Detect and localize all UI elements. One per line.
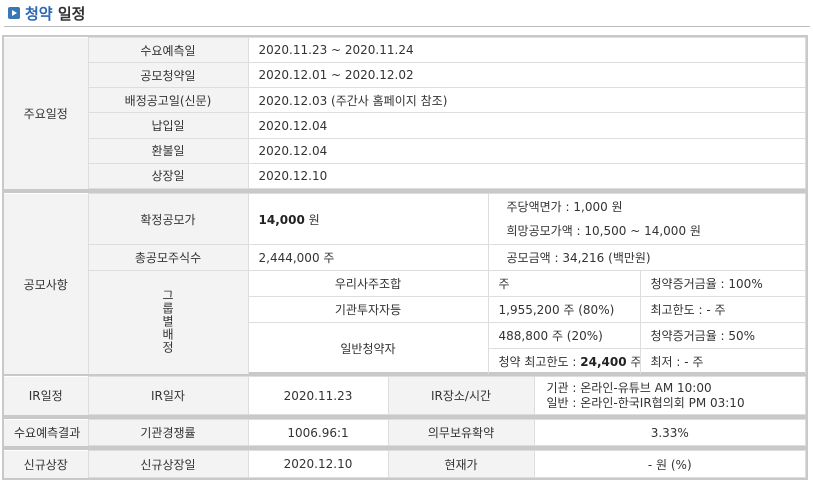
shares-value: 2,444,000 주 <box>247 244 489 271</box>
section-header: 청약 일정 <box>8 2 85 24</box>
arrow-bullet-icon <box>8 7 20 19</box>
schedule-row-value: 2020.12.04 <box>247 112 806 139</box>
schedule-section-label: 주요일정 <box>4 37 89 189</box>
table-row: 신규상장 신규상장일 2020.12.10 현재가 - 원 (%) <box>4 450 806 478</box>
lockup-value: 3.33% <box>533 419 806 446</box>
hope-price-range: 희망공모가액 : 10,500 ~ 14,000 원 <box>506 224 701 238</box>
ir-place-label: IR장소/시간 <box>387 376 535 415</box>
general-max-limit: 청약 최고한도 : 24,400 주 <box>487 348 641 375</box>
group-extra: 청약증거금율 : 50% <box>639 322 806 349</box>
schedule-row-label: 배정공고일(신문) <box>87 87 249 114</box>
page-title: 청약 일정 <box>25 3 85 24</box>
ir-date-value: 2020.11.23 <box>247 376 389 415</box>
table-row: 수요예측결과 기관경쟁률 1006.96:1 의무보유확약 3.33% <box>4 419 806 446</box>
listing-section-label: 신규상장 <box>4 450 89 478</box>
group-label: 일반청약자 <box>247 322 489 375</box>
table-row: 총공모주식수 2,444,000 주 공모금액 : 34,216 (백만원) <box>4 244 806 271</box>
schedule-row-label: 수요예측일 <box>87 36 249 64</box>
header-divider <box>4 26 810 27</box>
group-extra: 최고한도 : - 주 <box>639 296 806 323</box>
table-row: 배정공고일(신문) 2020.12.03 (주간사 홈페이지 참조) <box>4 87 806 114</box>
schedule-row-value: 2020.12.10 <box>247 162 806 190</box>
offering-section-label: 공모사항 <box>4 193 89 375</box>
price-value: 14,000 <box>258 212 305 227</box>
competition-label: 기관경쟁률 <box>87 419 249 446</box>
table-row: 납입일 2020.12.04 <box>4 112 806 139</box>
table-row: 환불일 2020.12.04 <box>4 137 806 164</box>
price-details: 주당액면가 : 1,000 원 희망공모가액 : 10,500 ~ 14,000… <box>487 193 806 245</box>
demand-section-label: 수요예측결과 <box>4 419 89 446</box>
table-row: IR일정 IR일자 2020.11.23 IR장소/시간 기관 : 온라인-유튜… <box>4 376 806 415</box>
schedule-row-value: 2020.11.23 ~ 2020.11.24 <box>247 36 806 64</box>
group-extra: 청약증거금율 : 100% <box>639 270 806 297</box>
ir-place-value: 기관 : 온라인-유튜브 AM 10:00 일반 : 온라인-한국IR협의회 P… <box>533 376 806 415</box>
group-shares: 1,955,200 주 (80%) <box>487 296 641 323</box>
group-shares: 488,800 주 (20%) <box>487 322 641 349</box>
group-label: 우리사주조합 <box>247 270 489 297</box>
ir-place-line: 일반 : 온라인-한국IR협의회 PM 03:10 <box>546 395 745 410</box>
ir-place-line: 기관 : 온라인-유튜브 AM 10:00 <box>546 380 712 395</box>
table-row: 상장일 2020.12.10 <box>4 162 806 190</box>
schedule-row-value: 2020.12.01 ~ 2020.12.02 <box>247 62 806 89</box>
page-title-accent: 청약 <box>25 4 53 23</box>
schedule-row-label: 환불일 <box>87 137 249 164</box>
schedule-row-label: 상장일 <box>87 162 249 190</box>
ir-section-label: IR일정 <box>4 376 89 415</box>
price-cell: 14,000 원 <box>247 193 489 245</box>
page-title-rest: 일정 <box>52 4 86 23</box>
listing-date-value: 2020.12.10 <box>247 450 389 478</box>
schedule-panel: 주요일정 수요예측일 2020.11.23 ~ 2020.11.24 공모청약일… <box>2 35 808 191</box>
offering-panel: 공모사항 확정공모가 14,000 원 주당액면가 : 1,000 원 희망공모… <box>2 191 808 375</box>
ir-panel: IR일정 IR일자 2020.11.23 IR장소/시간 기관 : 온라인-유튜… <box>2 374 808 417</box>
max-limit-prefix: 청약 최고한도 : <box>498 355 577 369</box>
table-row: 공모사항 확정공모가 14,000 원 주당액면가 : 1,000 원 희망공모… <box>4 193 806 375</box>
demand-panel: 수요예측결과 기관경쟁률 1006.96:1 의무보유확약 3.33% <box>2 417 808 448</box>
max-limit-unit: 주 <box>626 355 640 369</box>
schedule-row-label: 납입일 <box>87 112 249 139</box>
lockup-label: 의무보유확약 <box>387 419 535 446</box>
price-unit: 원 <box>304 212 320 227</box>
listing-date-label: 신규상장일 <box>87 450 249 478</box>
group-label: 기관투자자등 <box>247 296 489 323</box>
amount-value: 공모금액 : 34,216 (백만원) <box>487 244 806 271</box>
group-allocation-label: 그룹별배정 <box>87 270 249 375</box>
group-shares: 주 <box>487 270 641 297</box>
table-row: 그룹별배정 우리사주조합 주 청약증거금율 : 100% <box>4 270 806 375</box>
price-label: 확정공모가 <box>87 193 249 245</box>
schedule-row-value: 2020.12.04 <box>247 137 806 164</box>
schedule-row-value: 2020.12.03 (주간사 홈페이지 참조) <box>247 87 806 114</box>
current-price-value: - 원 (%) <box>533 450 806 478</box>
listing-panel: 신규상장 신규상장일 2020.12.10 현재가 - 원 (%) <box>2 448 808 480</box>
schedule-row-label: 공모청약일 <box>87 62 249 89</box>
current-price-label: 현재가 <box>387 450 535 478</box>
table-row: 공모청약일 2020.12.01 ~ 2020.12.02 <box>4 62 806 89</box>
ir-date-label: IR일자 <box>87 376 249 415</box>
par-value: 주당액면가 : 1,000 원 <box>506 200 623 214</box>
shares-label: 총공모주식수 <box>87 244 249 271</box>
table-row: 주요일정 수요예측일 2020.11.23 ~ 2020.11.24 <box>4 36 806 189</box>
max-limit-value: 24,400 <box>580 355 627 369</box>
general-min: 최저 : - 주 <box>639 348 806 375</box>
competition-value: 1006.96:1 <box>247 419 389 446</box>
